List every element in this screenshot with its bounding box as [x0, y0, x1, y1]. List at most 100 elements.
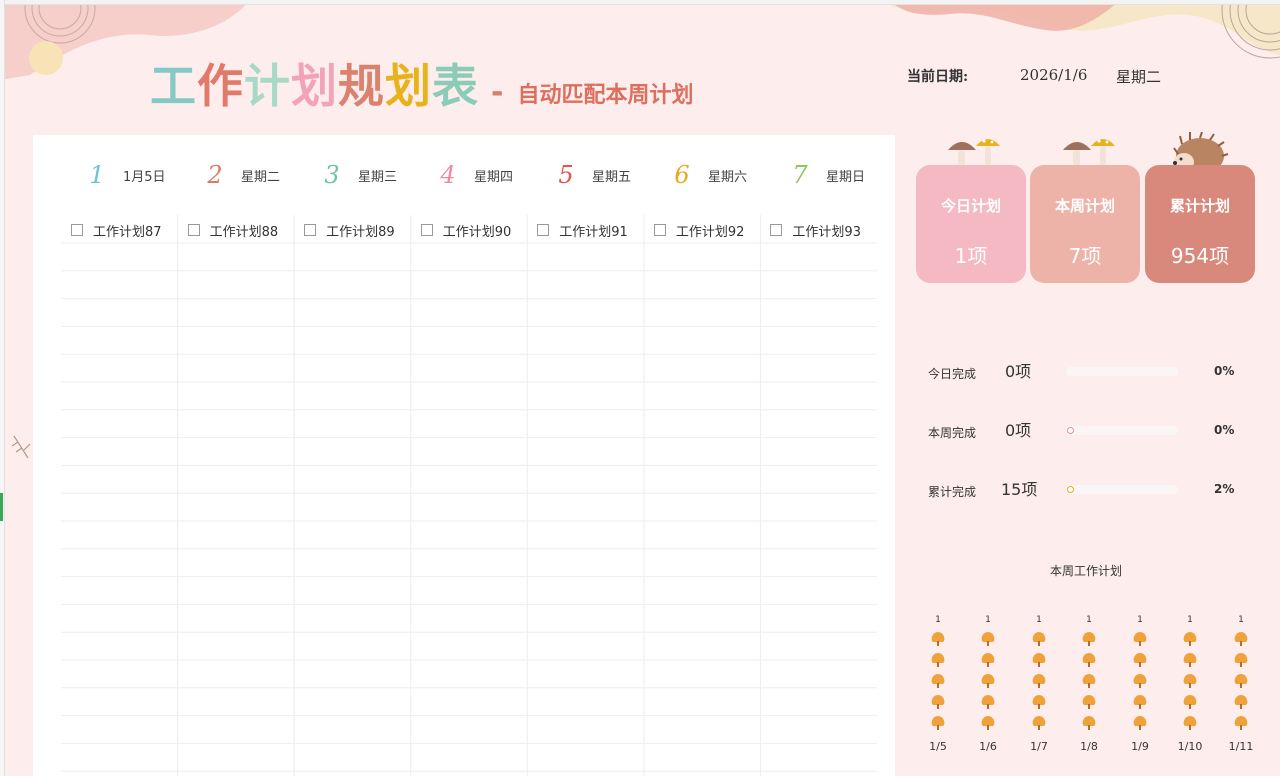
- chart-value-label: 1: [1238, 615, 1244, 625]
- current-date-value: 2026/1/6: [1020, 66, 1088, 84]
- mushroom-icon: [1063, 139, 1115, 166]
- chart-category-label: 1/8: [1080, 740, 1098, 753]
- tree-icon: [1082, 695, 1096, 709]
- chart-category-label: 1/6: [979, 740, 997, 753]
- chart-category-label: 1/5: [929, 740, 947, 753]
- tree-icon: [981, 716, 995, 730]
- tree-icon: [981, 695, 995, 709]
- progress-label: 本周完成: [928, 426, 977, 440]
- plan-column-header-7: 工作计划93: [760, 217, 861, 243]
- chart-title: 本周工作计划: [1050, 564, 1123, 578]
- tree-icon: [1234, 632, 1248, 646]
- plan-column-label: 工作计划88: [209, 224, 279, 240]
- plan-checkbox[interactable]: [304, 224, 317, 236]
- day-number: 4: [440, 161, 456, 189]
- day-header-4: 4 星期四: [428, 160, 513, 190]
- mushroom-icon: [948, 139, 1000, 166]
- tree-icon: [1133, 716, 1147, 730]
- progress-count: 0项: [1005, 421, 1032, 440]
- progress-bar: [1066, 426, 1178, 435]
- chart-value-label: 1: [935, 615, 941, 625]
- tree-icon: [1234, 695, 1248, 709]
- title-main: 工作计划规划表: [150, 50, 479, 116]
- tree-icon: [1032, 632, 1046, 646]
- day-number: 2: [207, 161, 223, 189]
- plan-table-grid: [61, 215, 877, 776]
- progress-percent: 0%: [1214, 364, 1235, 378]
- progress-fill: [1067, 486, 1074, 493]
- stat-card-title: 今日计划: [940, 197, 1001, 215]
- plan-column-header-2: 工作计划88: [178, 217, 279, 243]
- stat-card-2: 本周计划 7项: [1030, 165, 1140, 283]
- plan-checkbox[interactable]: [770, 224, 783, 236]
- progress-fill: [1067, 427, 1074, 434]
- tree-icon: [931, 632, 945, 646]
- plan-column-header-3: 工作计划89: [294, 217, 395, 243]
- tree-icon: [1082, 653, 1096, 667]
- day-label: 1月5日: [123, 169, 166, 185]
- day-number: 7: [792, 161, 808, 189]
- progress-percent: 2%: [1214, 482, 1235, 496]
- plan-checkbox[interactable]: [420, 224, 433, 236]
- tree-icon: [1133, 674, 1147, 688]
- stat-card-title: 本周计划: [1054, 197, 1115, 215]
- current-date-label: 当前日期:: [907, 69, 969, 85]
- title-char: 表: [432, 59, 479, 113]
- spreadsheet-row-header-strip: [0, 0, 5, 776]
- title-char: 规: [338, 59, 385, 113]
- weekly-plan-chart: 1 1/5 1 1/6 1 1/7 1 1/8 1 1/9 1 1/10 1 1/11: [929, 615, 1253, 753]
- tree-icon: [981, 632, 995, 646]
- tree-icon: [1234, 653, 1248, 667]
- chart-category-label: 1/10: [1178, 740, 1203, 753]
- title-char: 工: [150, 59, 197, 113]
- tree-icon: [1183, 716, 1197, 730]
- title-char: 划: [291, 59, 338, 113]
- day-header-3: 3 星期三: [312, 160, 397, 190]
- tree-icon: [981, 674, 995, 688]
- plan-column-label: 工作计划93: [792, 224, 861, 240]
- page-title: 工作计划规划表 - 自动匹配本周计划: [150, 50, 693, 113]
- chart-category-label: 1/7: [1030, 740, 1048, 753]
- tree-icon: [1183, 695, 1197, 709]
- progress-label: 累计完成: [928, 485, 977, 499]
- plan-checkbox[interactable]: [537, 224, 550, 236]
- tree-icon: [931, 674, 945, 688]
- day-label: 星期日: [826, 169, 866, 185]
- active-row-marker: [0, 493, 3, 521]
- day-header-6: 6 星期六: [662, 160, 747, 190]
- tree-icon: [1183, 632, 1197, 646]
- plan-checkbox[interactable]: [71, 224, 83, 236]
- stat-card-3: 累计计划 954项: [1145, 165, 1255, 283]
- day-header-5: 5 星期五: [546, 160, 631, 190]
- day-number: 6: [674, 161, 690, 189]
- day-number: 3: [324, 161, 340, 189]
- tree-icon: [1082, 632, 1096, 646]
- current-weekday: 星期二: [1116, 68, 1162, 86]
- stat-card-title: 累计计划: [1169, 197, 1230, 215]
- plan-column-header-5: 工作计划91: [527, 217, 628, 243]
- chart-value-label: 1: [1137, 615, 1143, 625]
- spreadsheet-column-header-strip: [0, 0, 1280, 5]
- day-label: 星期四: [474, 169, 514, 185]
- chart-value-label: 1: [1086, 615, 1092, 625]
- plan-column-label: 工作计划87: [93, 224, 162, 240]
- title-char: 划: [385, 59, 432, 113]
- plan-column-label: 工作计划89: [326, 224, 395, 240]
- day-label: 星期五: [592, 169, 632, 185]
- tree-icon: [1133, 632, 1147, 646]
- tree-icon: [931, 695, 945, 709]
- tree-icon: [1183, 674, 1197, 688]
- chart-value-label: 1: [985, 615, 991, 625]
- title-char: 作: [197, 59, 244, 113]
- tree-icon: [931, 716, 945, 730]
- plan-checkbox[interactable]: [653, 224, 666, 236]
- stat-card-value: 954项: [1170, 244, 1230, 268]
- progress-bar: [1066, 485, 1178, 494]
- chart-category-label: 1/9: [1131, 740, 1149, 753]
- plan-checkbox[interactable]: [187, 224, 200, 236]
- day-header-7: 7 星期日: [780, 160, 865, 190]
- stat-card-value: 1项: [954, 244, 988, 268]
- tree-icon: [1082, 716, 1096, 730]
- progress-percent: 0%: [1214, 423, 1235, 437]
- plan-column-header-4: 工作计划90: [411, 217, 511, 243]
